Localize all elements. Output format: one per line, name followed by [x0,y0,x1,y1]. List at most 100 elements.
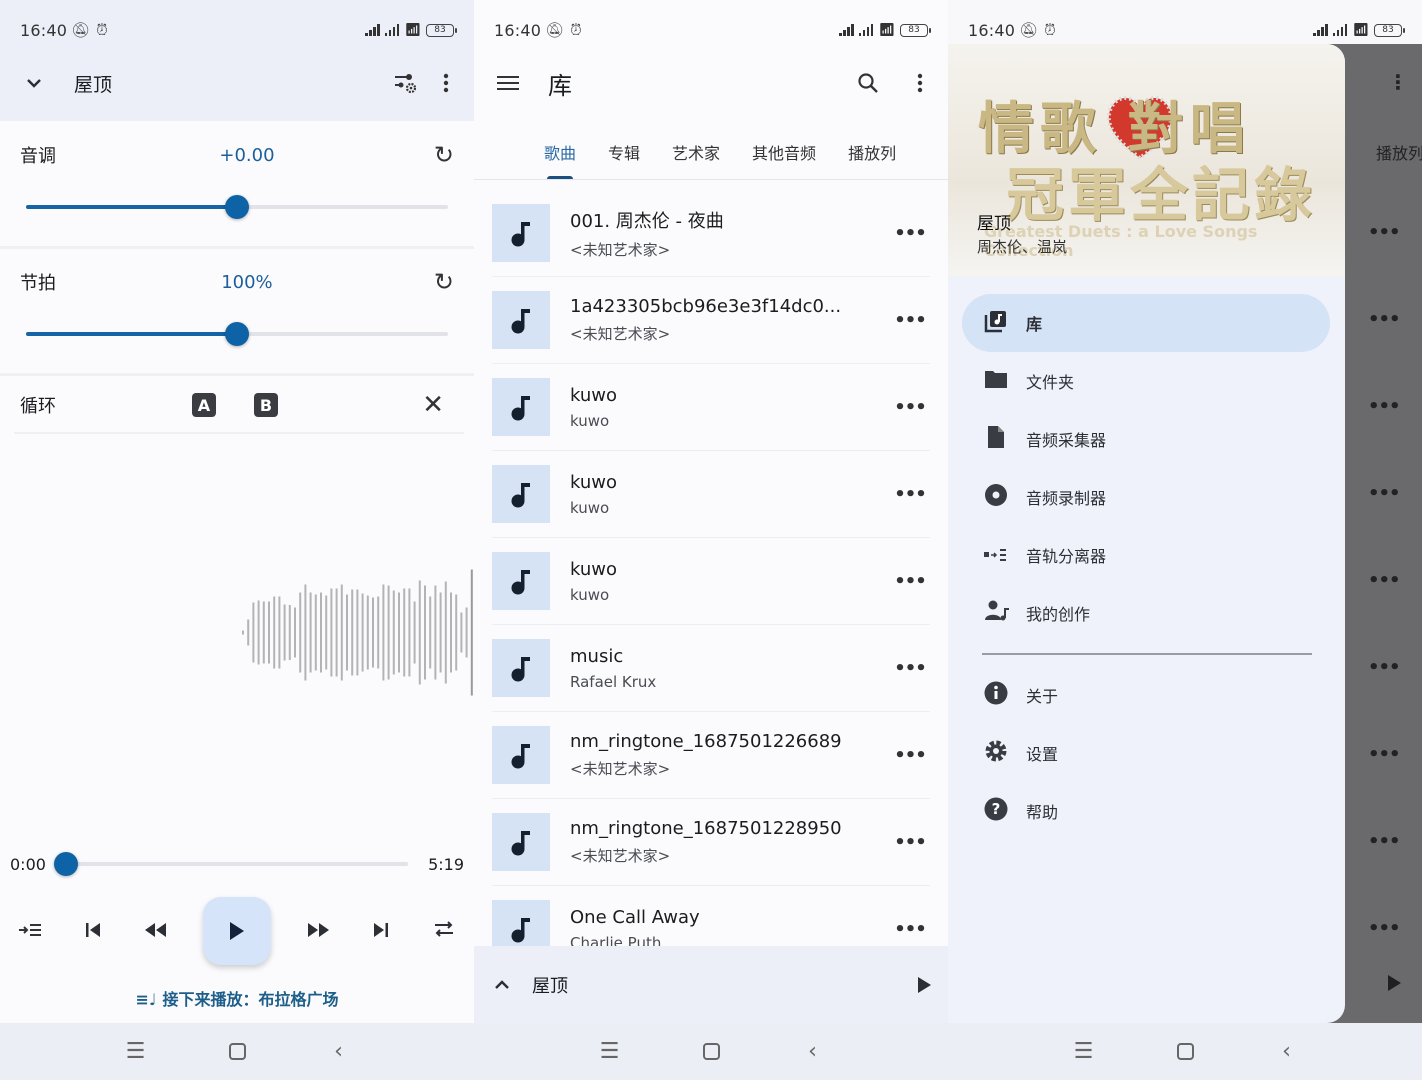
music-note-icon [511,222,530,247]
drawer-item-track-separator[interactable]: 音轨分离器 [962,526,1330,584]
queue-music-icon: ≡♩ [135,990,157,1009]
slider-thumb[interactable] [225,195,249,219]
more-options-button[interactable] [426,63,466,103]
repeat-mode-button[interactable] [428,919,460,943]
waveform-bar [242,630,244,635]
wifi-icon: 📶︎ [404,22,421,38]
music-note-icon [511,570,530,595]
drawer-item-user-music[interactable]: 我的创作 [962,584,1330,642]
page-title: 库 [548,71,572,100]
drawer-item-library-music[interactable]: 库 [962,294,1330,352]
recent-apps-button[interactable]: ☰ [123,1039,149,1064]
fast-forward-button[interactable] [302,919,334,943]
waveform-bar [377,596,380,669]
clear-loop-button[interactable]: ✕ [422,390,444,420]
drawer-item-info[interactable]: 关于 [962,666,1330,724]
waveform-bar [429,596,432,669]
song-more-button[interactable]: ••• [890,832,930,853]
tab-4[interactable]: 播放列 [848,128,896,179]
tab-1[interactable]: 专辑 [608,128,640,179]
chevron-up-icon[interactable] [494,979,510,990]
system-nav-bar: ☰ ‹ [948,1023,1422,1080]
music-note-icon [511,744,530,769]
seek-slider[interactable] [54,844,408,884]
more-options-button[interactable] [900,63,940,103]
mute-icon: 🔕︎ [545,21,565,39]
home-button[interactable] [702,1043,720,1060]
signal-icon [1313,24,1328,36]
loop-a-button[interactable]: A [192,393,216,417]
song-artwork [492,204,550,262]
menu-button[interactable] [488,63,528,103]
up-next-link[interactable]: ≡♩ 接下来播放：布拉格广场 [0,986,474,1010]
previous-track-button[interactable] [77,919,109,943]
song-list-item[interactable]: kuwo kuwo ••• [492,451,930,538]
next-track-button[interactable] [365,919,397,943]
back-button[interactable]: ‹ [1274,1039,1300,1064]
play-icon[interactable] [916,976,932,994]
signal-icon [858,24,874,36]
music-note-icon [511,657,530,682]
tab-3[interactable]: 其他音频 [752,128,816,179]
song-list-item[interactable]: 1a423305bcb96e3e3f14dc0... <未知艺术家> ••• [492,277,930,364]
collapse-button[interactable] [14,63,54,103]
status-time: 16:40 [968,20,1016,40]
drawer-item-gear[interactable]: 设置 [962,724,1330,782]
recent-apps-button[interactable]: ☰ [597,1039,623,1064]
equalizer-settings-button[interactable] [386,63,426,103]
drawer-item-label: 文件夹 [1026,373,1075,392]
song-list-item[interactable]: nm_ringtone_1687501228950 <未知艺术家> ••• [492,799,930,886]
back-button[interactable]: ‹ [800,1039,826,1064]
slider-thumb[interactable] [225,322,249,346]
status-time: 16:40 [20,20,68,40]
song-more-button[interactable]: ••• [890,484,930,505]
waveform-bar [257,600,260,665]
song-more-button[interactable]: ••• [890,571,930,592]
song-more-button[interactable]: ••• [890,310,930,331]
song-title: One Call Away [570,906,700,928]
song-more-button[interactable]: ••• [890,223,930,244]
song-list-item[interactable]: 001. 周杰伦 - 夜曲 <未知艺术家> ••• [492,190,930,277]
waveform-bar [465,607,468,658]
loop-b-button[interactable]: B [254,393,278,417]
song-more-button[interactable]: ••• [890,658,930,679]
tempo-slider[interactable] [26,314,448,354]
waveform-bar [460,612,463,653]
playback-controls [0,897,474,965]
tab-0[interactable]: 歌曲 [544,128,576,179]
home-button[interactable] [228,1043,246,1060]
drawer-item-record[interactable]: 音频录制器 [962,468,1330,526]
search-button[interactable] [848,63,888,103]
drawer-item-folder[interactable]: 文件夹 [962,352,1330,410]
tune-settings-icon [395,74,417,94]
back-button[interactable]: ‹ [326,1039,352,1064]
more-vert-icon: ⋮ [1388,70,1408,94]
drawer-menu: 库文件夹音频采集器 音频录制器 音轨分离器 我的创作关于 设置? 帮助 [962,294,1330,840]
recent-apps-button[interactable]: ☰ [1071,1039,1097,1064]
play-button[interactable] [203,897,271,965]
rewind-button[interactable] [140,919,172,943]
song-more-button[interactable]: ••• [890,745,930,766]
waveform-bar [283,604,286,661]
tab-2[interactable]: 艺术家 [672,128,720,179]
drawer-item-help[interactable]: ? 帮助 [962,782,1330,840]
song-list-item[interactable]: kuwo kuwo ••• [492,364,930,451]
waveform-bar [294,607,296,658]
mini-player[interactable]: 屋顶 [474,946,948,1023]
reset-tempo-button[interactable]: ↻ [434,268,454,296]
song-list-item[interactable]: nm_ringtone_1687501226689 <未知艺术家> ••• [492,712,930,799]
song-list-item[interactable]: music Rafael Krux ••• [492,625,930,712]
queue-add-button[interactable] [14,919,46,943]
song-list-item[interactable]: kuwo kuwo ••• [492,538,930,625]
signal-icon [839,24,854,36]
song-more-button[interactable]: ••• [890,397,930,418]
slider-thumb[interactable] [54,852,78,876]
song-title: 001. 周杰伦 - 夜曲 [570,210,724,232]
reset-pitch-button[interactable]: ↻ [434,141,454,169]
drawer-item-file[interactable]: 音频采集器 [962,410,1330,468]
home-button[interactable] [1176,1043,1194,1060]
pitch-slider[interactable] [26,187,448,227]
waveform[interactable] [238,565,474,700]
song-more-button[interactable]: ••• [890,919,930,940]
waveform-bar [299,592,302,673]
